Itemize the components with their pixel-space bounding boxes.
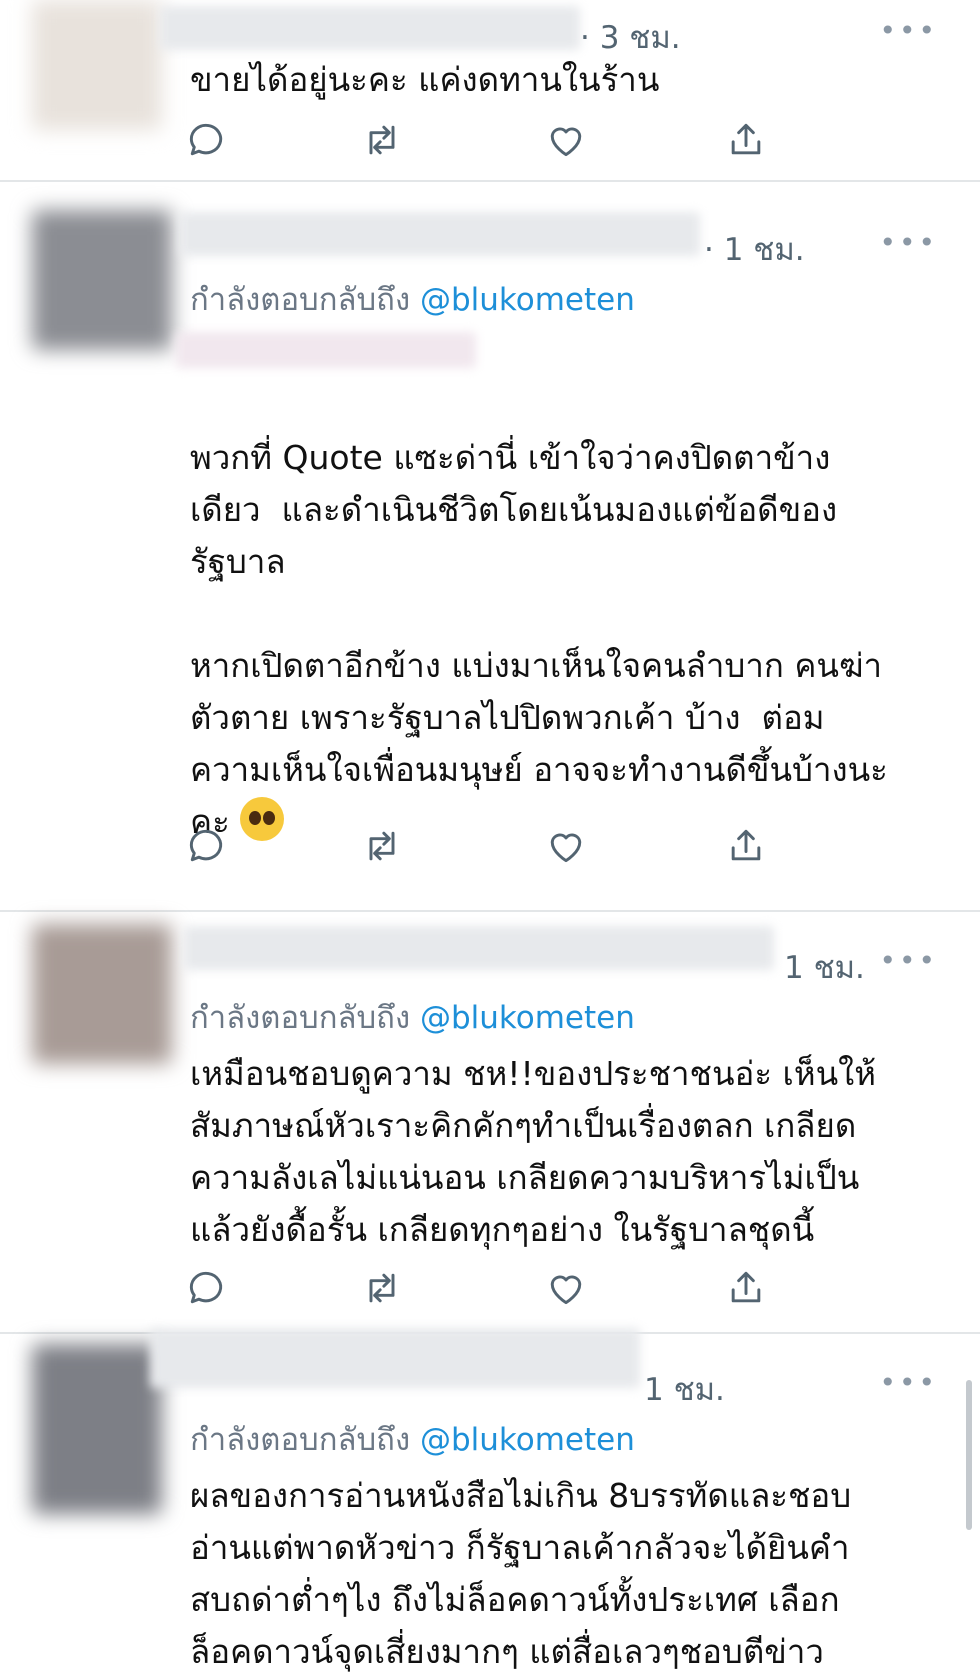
share-icon[interactable] [724,824,768,868]
tweet-actions [189,1266,850,1316]
retweet-icon[interactable] [360,824,404,868]
reply-icon[interactable] [184,824,228,868]
tweet-timestamp[interactable]: 1 ชม. [644,1364,725,1414]
tweet-1[interactable]: · 3 ชม. ••• ขายได้อยู่นะคะ แค่งดทานในร้า… [0,0,980,182]
retweet-icon[interactable] [360,118,404,162]
retweet-icon[interactable] [360,1266,404,1310]
tweet-text: เหมือนชอบดูความ ชห!!ของประชาชนอ่ะ เห็นให… [190,1054,877,1249]
replied-handle-link[interactable]: @blukometen [420,282,635,318]
reply-icon[interactable] [184,118,228,162]
replying-to: กำลังตอบกลับถึง @blukometen [190,274,635,324]
tweet-actions [189,118,850,168]
more-options-icon[interactable]: ••• [879,14,938,47]
author-name-redacted [176,332,476,368]
author-name-redacted [160,6,580,50]
more-options-icon[interactable]: ••• [879,944,938,977]
avatar[interactable] [32,0,162,130]
tweet-timestamp[interactable]: 1 ชม. [784,942,865,992]
tweet-timestamp[interactable]: · 1 ชม. [704,224,805,274]
replied-handle-link[interactable]: @blukometen [420,1422,635,1458]
tweet-text-content: พวกที่ Quote แซะด่านี่ เข้าใจว่าคงปิดตาข… [190,438,888,841]
avatar[interactable] [32,924,172,1064]
reply-icon[interactable] [184,1266,228,1310]
tweet-4[interactable]: 1 ชม. ••• กำลังตอบกลับถึง @blukometen ผล… [0,1328,980,1671]
tweet-text: ขายได้อยู่นะคะ แค่งดทานในร้าน [190,60,660,99]
heart-icon[interactable] [544,824,588,868]
tweet-2[interactable]: · 1 ชม. ••• กำลังตอบกลับถึง @blukometen … [0,182,980,912]
tweet-text: ผลของการอ่านหนังสือไม่เกิน 8บรรทัดและชอบ… [190,1476,852,1671]
replying-to: กำลังตอบกลับถึง @blukometen [190,992,635,1042]
heart-icon[interactable] [544,1266,588,1310]
author-name-redacted [180,212,700,256]
avatar[interactable] [32,1344,162,1514]
replying-to-prefix: กำลังตอบกลับถึง [190,282,420,318]
replying-to-prefix: กำลังตอบกลับถึง [190,1422,420,1458]
tweet-text: พวกที่ Quote แซะด่านี่ เข้าใจว่าคงปิดตาข… [190,432,950,848]
more-options-icon[interactable]: ••• [879,1366,938,1399]
more-options-icon[interactable]: ••• [879,226,938,259]
share-icon[interactable] [724,1266,768,1310]
tweet-3[interactable]: 1 ชม. ••• กำลังตอบกลับถึง @blukometen เห… [0,912,980,1334]
tweet-actions [189,824,850,874]
replying-to: กำลังตอบกลับถึง @blukometen [190,1414,635,1464]
avatar[interactable] [32,210,172,350]
replying-to-prefix: กำลังตอบกลับถึง [190,1000,420,1036]
replied-handle-link[interactable]: @blukometen [420,1000,635,1036]
heart-icon[interactable] [544,118,588,162]
share-icon[interactable] [724,118,768,162]
author-name-redacted [184,926,774,970]
author-name-redacted [150,1328,640,1388]
scrollbar[interactable] [966,1380,972,1530]
